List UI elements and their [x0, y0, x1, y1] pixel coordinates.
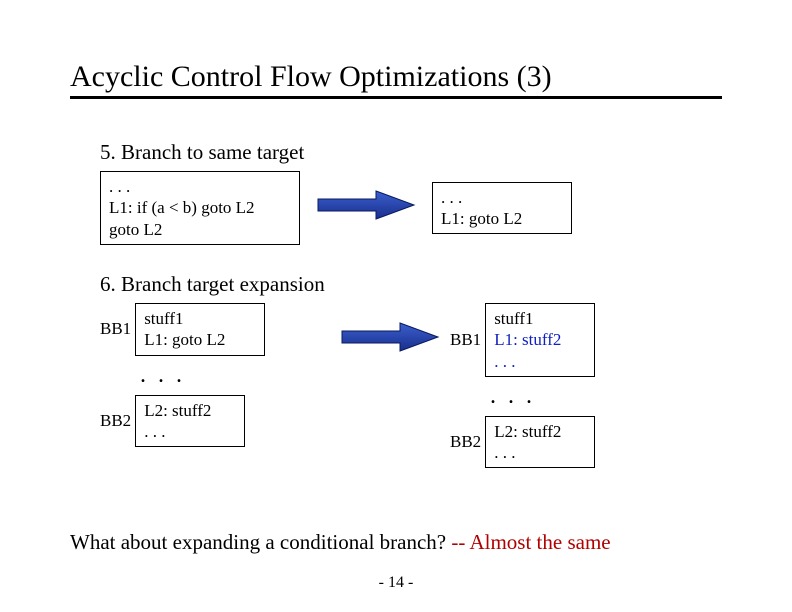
- sec6-left-bb1-code: stuff1 L1: goto L2: [135, 303, 265, 356]
- arrow-icon: [316, 189, 416, 226]
- bottom-note: What about expanding a conditional branc…: [70, 530, 611, 555]
- sec5-left-code: . . . L1: if (a < b) goto L2 goto L2: [100, 171, 300, 245]
- sec6-right-bb1-code: stuff1 L1: stuff2 . . .: [485, 303, 595, 377]
- section-5: 5. Branch to same target . . . L1: if (a…: [100, 140, 740, 259]
- section-6: 6. Branch target expansion BB1 stuff1 L1…: [100, 272, 740, 468]
- bb1-label-right: BB1: [450, 330, 481, 350]
- section-6-heading: 6. Branch target expansion: [100, 272, 740, 297]
- bb1-line1: stuff1: [494, 309, 533, 328]
- sec6-left-bb2-code: L2: stuff2 . . .: [135, 395, 245, 448]
- page-number: - 14 -: [0, 574, 792, 592]
- bottom-note-black: What about expanding a conditional branc…: [70, 530, 451, 554]
- section-5-heading: 5. Branch to same target: [100, 140, 740, 165]
- sec6-left-column: BB1 stuff1 L1: goto L2 . . . BB2 L2: stu…: [100, 303, 330, 447]
- sec6-right-bb2-code: L2: stuff2 . . .: [485, 416, 595, 469]
- bb1-line2: L1: stuff2: [494, 330, 561, 349]
- bb1-label-left: BB1: [100, 319, 131, 339]
- bb2-label-left: BB2: [100, 411, 131, 431]
- bb2-label-right: BB2: [450, 432, 481, 452]
- page-title: Acyclic Control Flow Optimizations (3): [70, 60, 722, 99]
- ellipsis-right: . . .: [490, 383, 595, 410]
- bb1-line3: . . .: [494, 352, 515, 371]
- bottom-note-red: -- Almost the same: [451, 530, 610, 554]
- ellipsis-left: . . .: [140, 362, 330, 389]
- sec6-right-column: BB1 stuff1 L1: stuff2 . . . . . . BB2 L2…: [450, 303, 595, 468]
- sec5-right-code: . . . L1: goto L2: [432, 182, 572, 235]
- arrow-icon: [330, 321, 450, 353]
